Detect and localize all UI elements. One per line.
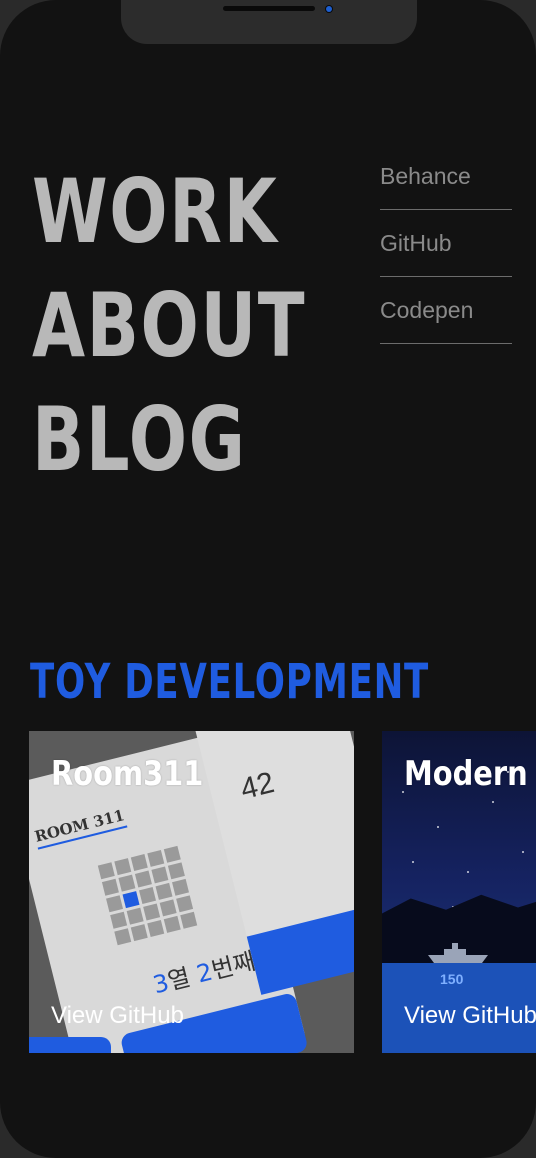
behance-link[interactable]: Behance — [380, 143, 512, 210]
main-nav: WORK ABOUT BLOG — [32, 155, 383, 497]
mockup-corner — [29, 1037, 111, 1053]
nav-work-link[interactable]: WORK — [32, 155, 306, 269]
view-github-link[interactable]: View GitHub — [404, 999, 536, 1033]
project-title: Room311 — [51, 754, 204, 794]
codepen-link[interactable]: Codepen — [380, 277, 512, 344]
mockup-button-2 — [246, 900, 354, 995]
game-score: 150 — [440, 971, 464, 987]
project-card-modern[interactable]: 150 Modern F View GitHub — [382, 731, 536, 1053]
phone-frame: WORK ABOUT BLOG Behance GitHub Codepen T… — [0, 0, 536, 1158]
project-title: Modern F — [404, 754, 536, 794]
github-link[interactable]: GitHub — [380, 210, 512, 277]
social-links: Behance GitHub Codepen — [380, 143, 512, 344]
mockup-heading: ROOM 311 — [32, 806, 128, 850]
mockup-seat-label: 3열 2번째 — [150, 946, 259, 1000]
nav-blog-link[interactable]: BLOG — [32, 383, 306, 497]
camera-icon — [326, 6, 332, 12]
nav-about-link[interactable]: ABOUT — [32, 269, 306, 383]
speaker-icon — [223, 6, 315, 11]
section-title: TOY DEVELOPMENT — [30, 654, 430, 710]
ship-icon — [428, 943, 488, 963]
mockup-count: 42 — [237, 766, 278, 807]
seat-grid — [97, 845, 198, 946]
view-github-link[interactable]: View GitHub — [51, 999, 184, 1033]
project-card-room311[interactable]: ROOM 311 3열 2번째 42 Room311 View GitHub — [29, 731, 354, 1053]
device-notch — [121, 0, 417, 44]
